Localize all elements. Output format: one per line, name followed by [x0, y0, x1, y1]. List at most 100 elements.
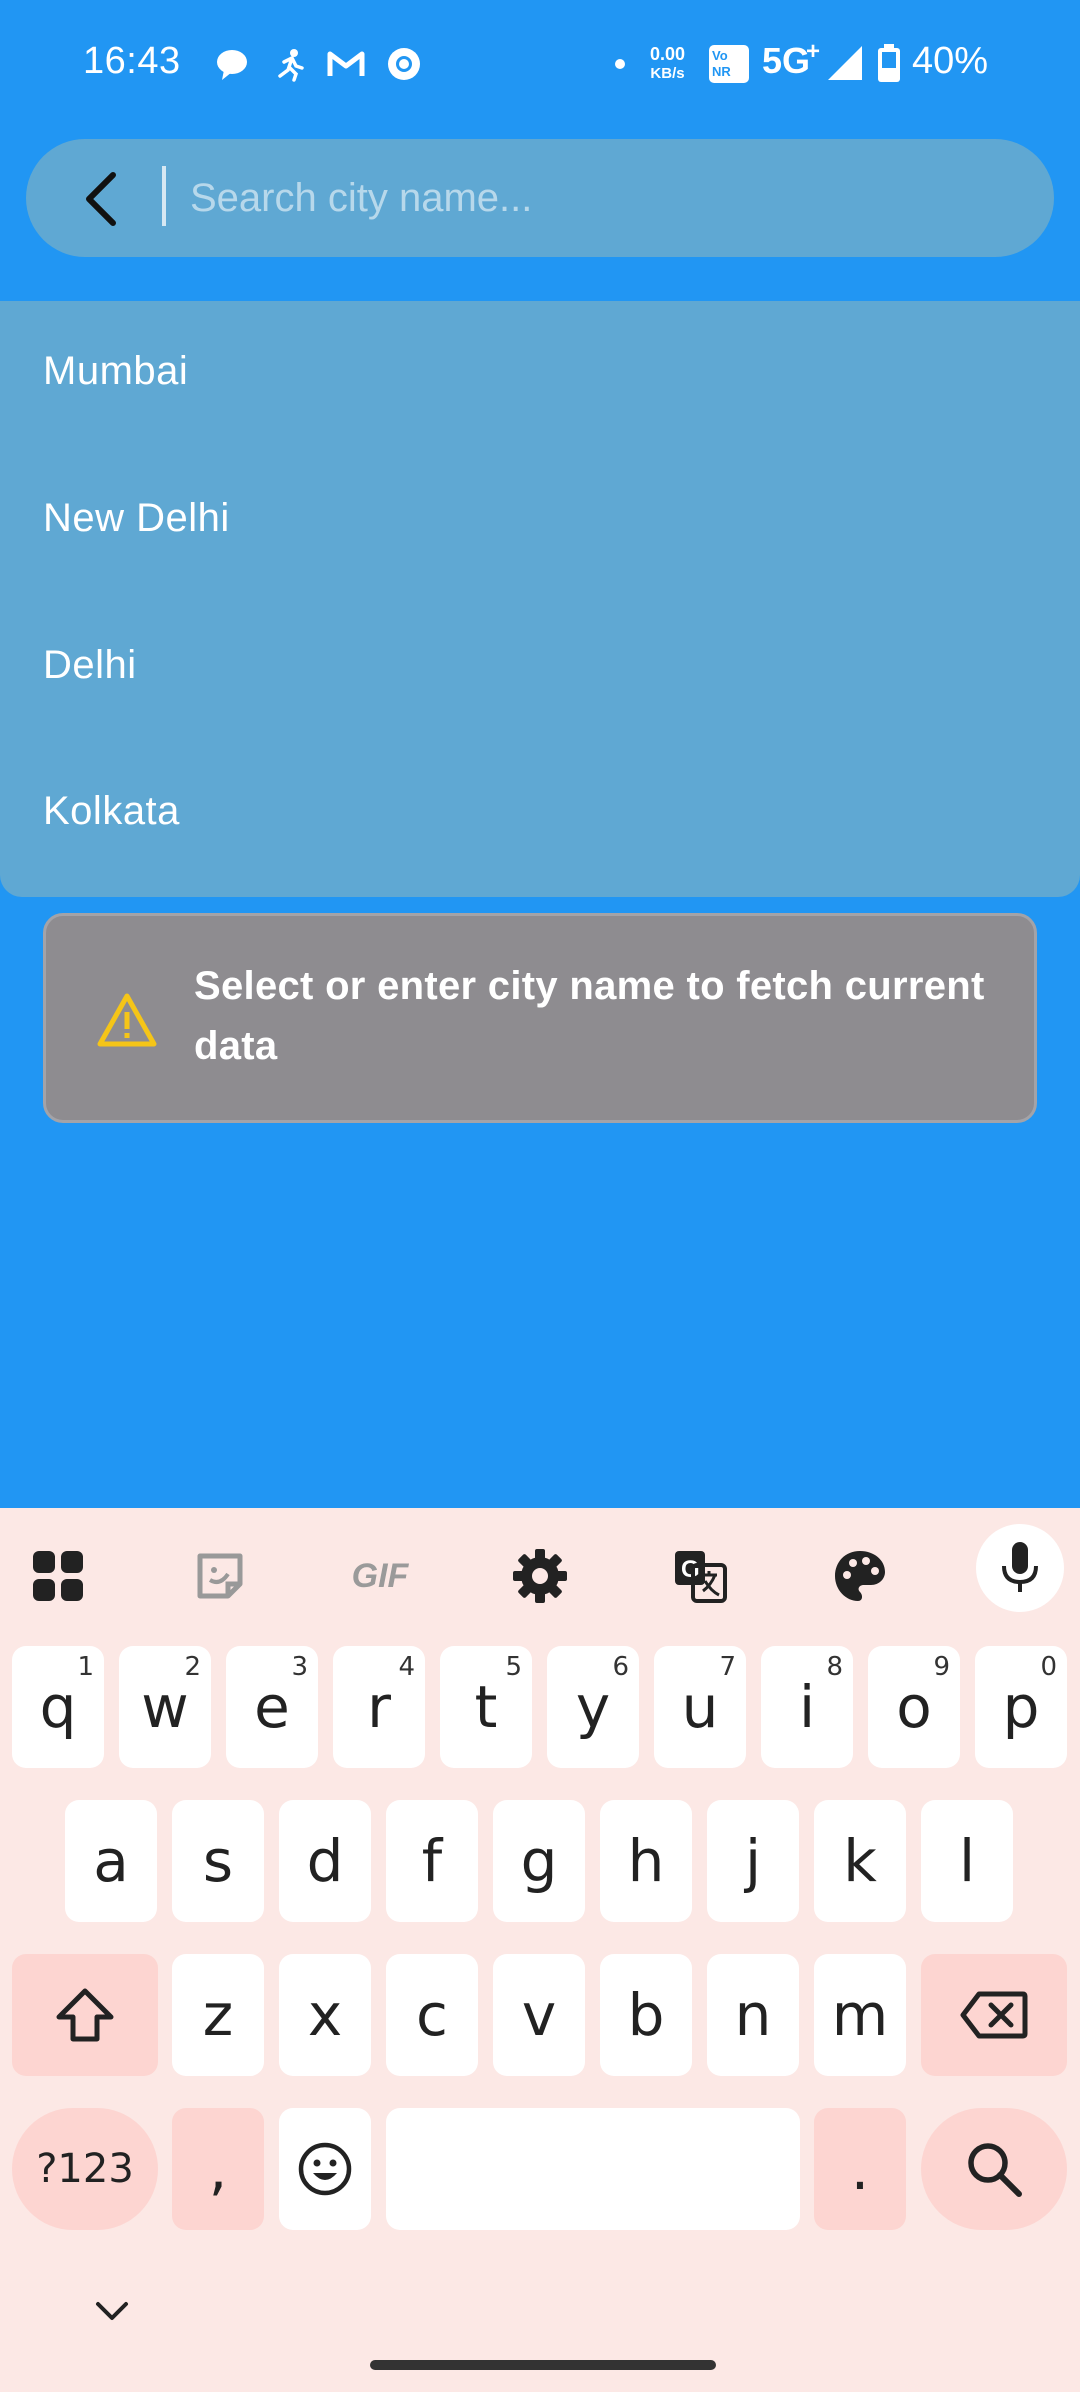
circle-app-icon: [388, 48, 420, 80]
key-w[interactable]: w2: [119, 1646, 211, 1768]
gif-button[interactable]: GIF: [338, 1536, 422, 1616]
warning-icon: [97, 993, 157, 1047]
key-j[interactable]: j: [707, 1800, 799, 1922]
key-q[interactable]: q1: [12, 1646, 104, 1768]
key-t[interactable]: t5: [440, 1646, 532, 1768]
key-label: o: [896, 1673, 932, 1741]
shift-icon: [56, 1988, 114, 2042]
sticker-icon: [197, 1553, 243, 1599]
key-u[interactable]: u7: [654, 1646, 746, 1768]
city-search-bar: [26, 139, 1054, 257]
search-icon: [968, 2143, 1022, 2197]
key-y[interactable]: y6: [547, 1646, 639, 1768]
back-button[interactable]: [66, 164, 136, 234]
emoji-key[interactable]: [279, 2108, 371, 2230]
network-speed: 0.00 KB/s: [650, 44, 685, 84]
shift-key[interactable]: [12, 1954, 158, 2076]
battery-percentage: 40%: [912, 40, 989, 82]
period-key[interactable]: .: [814, 2108, 906, 2230]
key-k[interactable]: k: [814, 1800, 906, 1922]
key-label: e: [254, 1673, 290, 1741]
key-r[interactable]: r4: [333, 1646, 425, 1768]
suggestion-item-kolkata[interactable]: Kolkata: [43, 789, 180, 834]
key-label: p: [1002, 1673, 1040, 1741]
key-g[interactable]: g: [493, 1800, 585, 1922]
key-hint: 4: [398, 1652, 415, 1682]
key-x[interactable]: x: [279, 1954, 371, 2076]
key-h[interactable]: h: [600, 1800, 692, 1922]
text-cursor: [162, 166, 166, 226]
key-label: i: [798, 1673, 816, 1741]
microphone-icon: [1002, 1542, 1038, 1592]
svg-text:G: G: [681, 1556, 700, 1583]
network-speed-unit: KB/s: [650, 65, 685, 82]
arrow-back-icon: [86, 172, 116, 226]
palette-icon: [835, 1551, 885, 1601]
key-label: y: [575, 1673, 611, 1741]
key-label: q: [39, 1673, 77, 1741]
key-b[interactable]: b: [600, 1954, 692, 2076]
key-label: w: [141, 1673, 189, 1741]
key-z[interactable]: z: [172, 1954, 264, 2076]
symbols-key[interactable]: ?123: [12, 2108, 158, 2230]
key-hint: 0: [1040, 1652, 1057, 1682]
key-hint: 5: [505, 1652, 522, 1682]
apps-grid-button[interactable]: [18, 1536, 98, 1616]
key-m[interactable]: m: [814, 1954, 906, 2076]
apps-grid-icon: [33, 1551, 83, 1601]
key-hint: 7: [719, 1652, 736, 1682]
network-speed-value: 0.00: [650, 44, 686, 64]
key-hint: 9: [933, 1652, 950, 1682]
warning-message: Select or enter city name to fetch curre…: [194, 964, 985, 1068]
city-search-input[interactable]: [162, 165, 1022, 231]
key-e[interactable]: e3: [226, 1646, 318, 1768]
theme-button[interactable]: [820, 1536, 900, 1616]
key-hint: 1: [77, 1652, 94, 1682]
key-hint: 8: [826, 1652, 843, 1682]
dot-indicator-icon: [615, 59, 625, 69]
network-type: 5G: [762, 40, 811, 81]
volte-badge: Vo NR: [709, 45, 749, 83]
key-p[interactable]: p0: [975, 1646, 1067, 1768]
gmail-icon: [327, 51, 365, 76]
soft-keyboard: GIF G q1 w2 e3 r4 t5 y6 u7 i8 o9 p0 a s …: [0, 1508, 1080, 2392]
translate-button[interactable]: G: [660, 1536, 740, 1616]
key-label: u: [681, 1673, 719, 1741]
status-time: 16:43: [83, 40, 181, 82]
keyboard-settings-button[interactable]: [500, 1536, 580, 1616]
translate-icon: G: [675, 1551, 727, 1603]
key-hint: 2: [184, 1652, 201, 1682]
comma-key[interactable]: ,: [172, 2108, 264, 2230]
key-c[interactable]: c: [386, 1954, 478, 2076]
battery-icon: [878, 44, 900, 82]
gesture-navigation-handle[interactable]: [370, 2360, 716, 2370]
key-v[interactable]: v: [493, 1954, 585, 2076]
key-hint: 3: [291, 1652, 308, 1682]
key-a[interactable]: a: [65, 1800, 157, 1922]
key-s[interactable]: s: [172, 1800, 264, 1922]
key-o[interactable]: o9: [868, 1646, 960, 1768]
sticker-button[interactable]: [180, 1536, 260, 1616]
suggestion-item-delhi[interactable]: Delhi: [43, 643, 137, 688]
voice-input-button[interactable]: [976, 1524, 1064, 1612]
key-n[interactable]: n: [707, 1954, 799, 2076]
key-label: t: [474, 1673, 498, 1741]
status-bar: 16:43 0.00 KB/s Vo NR 5G + 40%: [0, 0, 1080, 130]
chat-bubble-icon: [217, 50, 247, 80]
running-activity-icon: [278, 49, 304, 82]
key-hint: 6: [612, 1652, 629, 1682]
suggestion-item-new-delhi[interactable]: New Delhi: [43, 496, 230, 541]
key-f[interactable]: f: [386, 1800, 478, 1922]
backspace-key[interactable]: [921, 1954, 1067, 2076]
gear-icon: [513, 1549, 567, 1603]
search-action-key[interactable]: [921, 2108, 1067, 2230]
emoji-icon: [298, 2142, 352, 2196]
key-d[interactable]: d: [279, 1800, 371, 1922]
hide-keyboard-chevron-icon[interactable]: [92, 2300, 132, 2324]
key-i[interactable]: i8: [761, 1646, 853, 1768]
key-label: r: [367, 1673, 391, 1741]
space-key[interactable]: [386, 2108, 800, 2230]
warning-card: Select or enter city name to fetch curre…: [43, 913, 1037, 1123]
key-l[interactable]: l: [921, 1800, 1013, 1922]
suggestion-item-mumbai[interactable]: Mumbai: [43, 349, 188, 394]
